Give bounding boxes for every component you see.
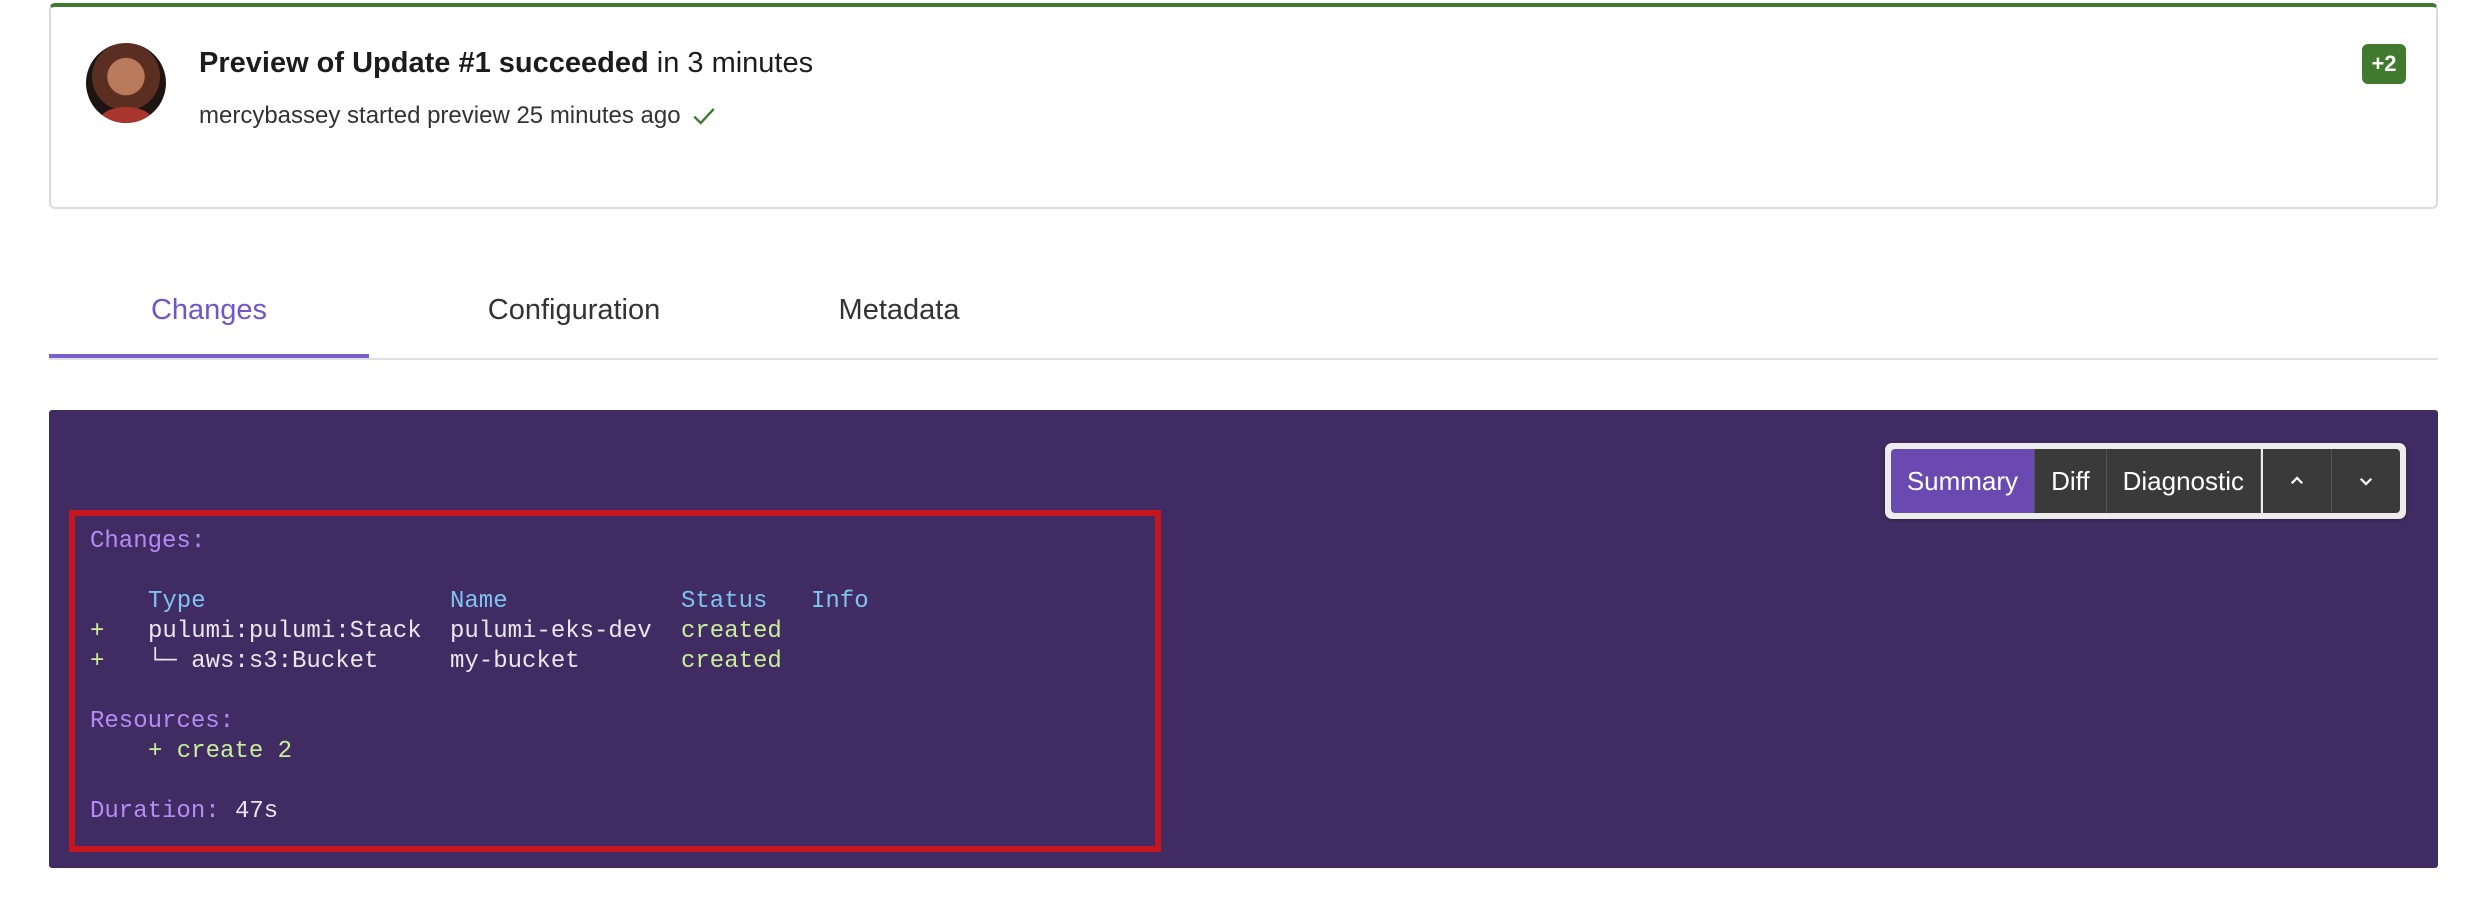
update-subtitle: mercybassey started preview 25 minutes a… — [199, 102, 681, 129]
update-subtitle-row: mercybassey started preview 25 minutes a… — [199, 101, 717, 131]
update-title: Preview of Update #1 succeeded — [199, 47, 649, 79]
change-count-badge[interactable]: +2 — [2362, 44, 2406, 84]
header-info: Info — [811, 588, 869, 615]
update-headline: Preview of Update #1 succeeded in 3 minu… — [199, 45, 813, 81]
summary-button[interactable]: Summary — [1890, 449, 2036, 513]
chevron-up-icon — [2290, 476, 2304, 485]
console-panel: Summary Diff Diagnostic Changes: Type Na… — [49, 410, 2438, 868]
header-status: Status — [681, 588, 768, 615]
update-duration: in 3 minutes — [656, 47, 814, 79]
row-op: + — [90, 618, 105, 645]
row-type: └─ aws:s3:Bucket — [148, 648, 379, 675]
check-icon — [692, 108, 715, 125]
diagnostic-button[interactable]: Diagnostic — [2106, 449, 2261, 513]
scroll-down-button[interactable] — [2332, 449, 2400, 513]
tab-metadata[interactable]: Metadata — [749, 270, 1049, 358]
row-type: pulumi:pulumi:Stack — [148, 618, 422, 645]
tab-bar: Changes Configuration Metadata — [49, 270, 2438, 360]
duration-value: 47s — [235, 798, 279, 825]
console-toolbar: Summary Diff Diagnostic — [1884, 443, 2406, 519]
chevron-down-icon — [2359, 477, 2373, 486]
row-name: pulumi-eks-dev — [450, 618, 652, 645]
duration-label: Duration: — [90, 798, 220, 825]
resources-label: Resources: — [90, 708, 235, 735]
changes-label: Changes: — [90, 528, 206, 555]
tab-configuration[interactable]: Configuration — [409, 270, 739, 358]
update-card: Preview of Update #1 succeeded in 3 minu… — [49, 3, 2438, 209]
diff-button[interactable]: Diff — [2035, 449, 2107, 513]
highlight-box — [69, 510, 1161, 852]
row-status: created — [681, 618, 782, 645]
row-status: created — [681, 648, 782, 675]
resources-value: + create 2 — [148, 738, 293, 765]
row-name: my-bucket — [450, 648, 580, 675]
avatar[interactable] — [86, 43, 166, 123]
header-type: Type — [148, 588, 206, 615]
row-op: + — [90, 648, 105, 675]
tab-changes[interactable]: Changes — [49, 270, 369, 358]
header-name: Name — [450, 588, 508, 615]
scroll-up-button[interactable] — [2261, 449, 2332, 513]
